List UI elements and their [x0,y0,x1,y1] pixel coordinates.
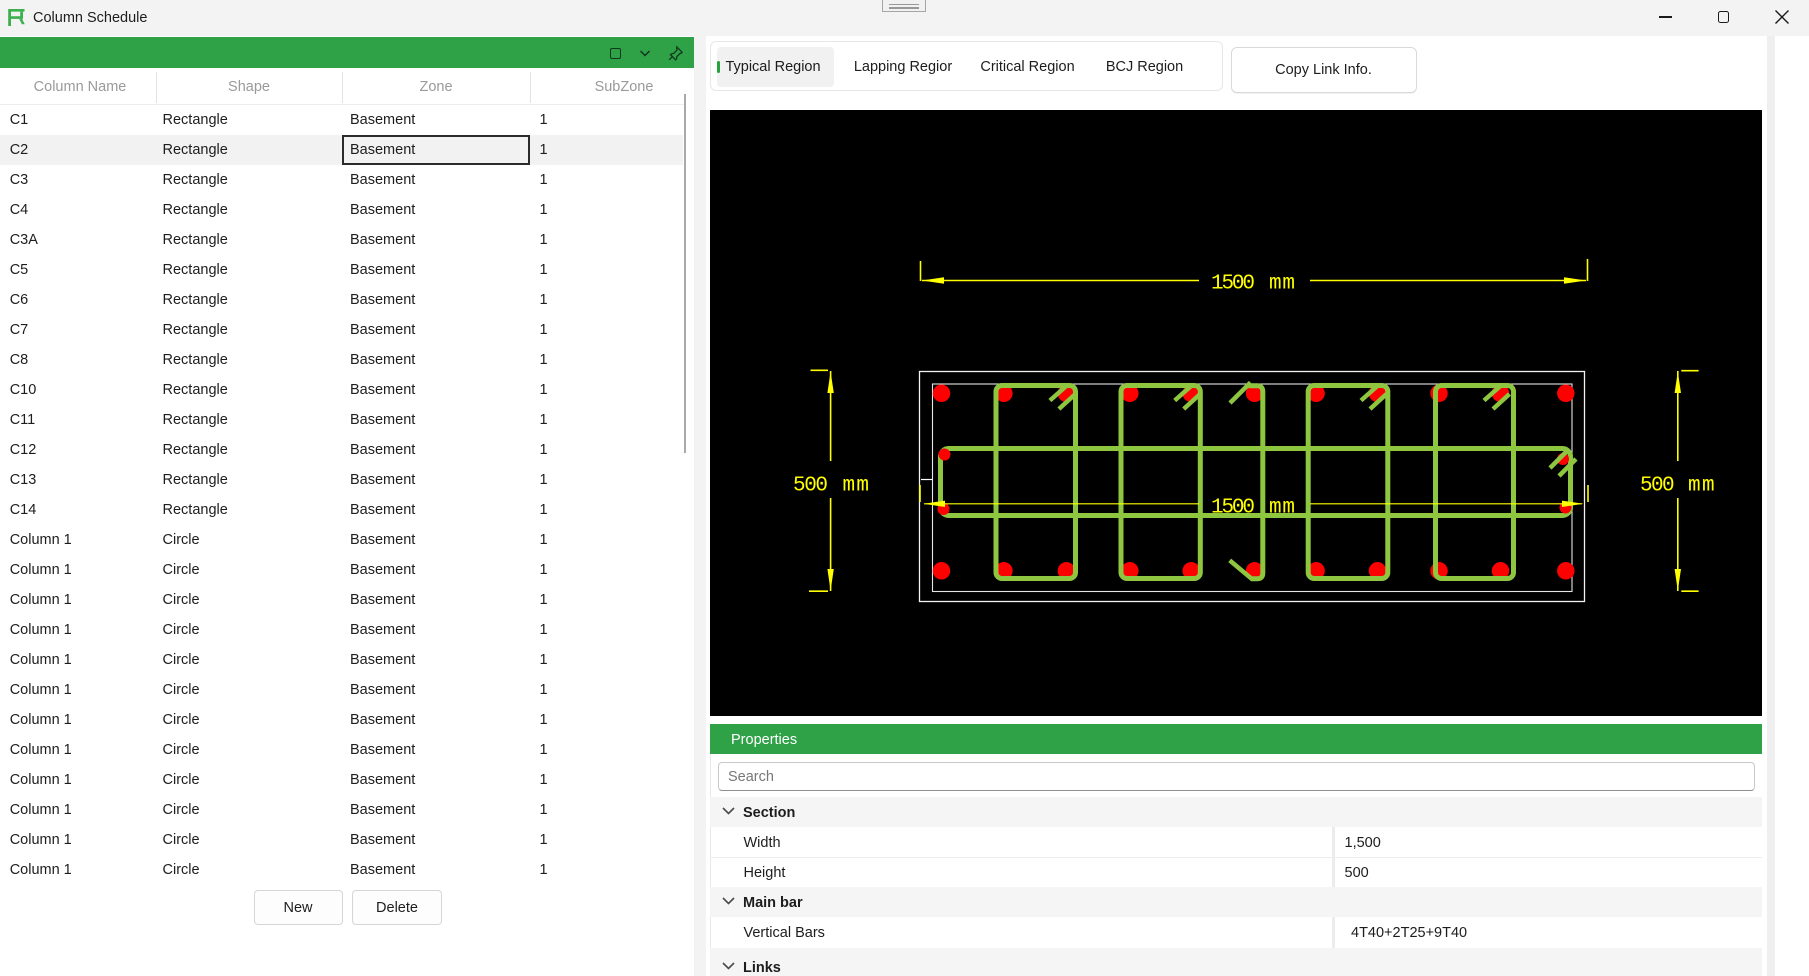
svg-text:500: 500 [793,475,828,498]
svg-text:mm: mm [843,475,870,498]
svg-text:500: 500 [1640,475,1675,498]
svg-text:1500: 1500 [1211,273,1255,296]
svg-text:1500: 1500 [1211,497,1255,520]
svg-text:mm: mm [1269,273,1295,296]
svg-text:mm: mm [1688,475,1715,498]
svg-text:mm: mm [1269,497,1295,520]
